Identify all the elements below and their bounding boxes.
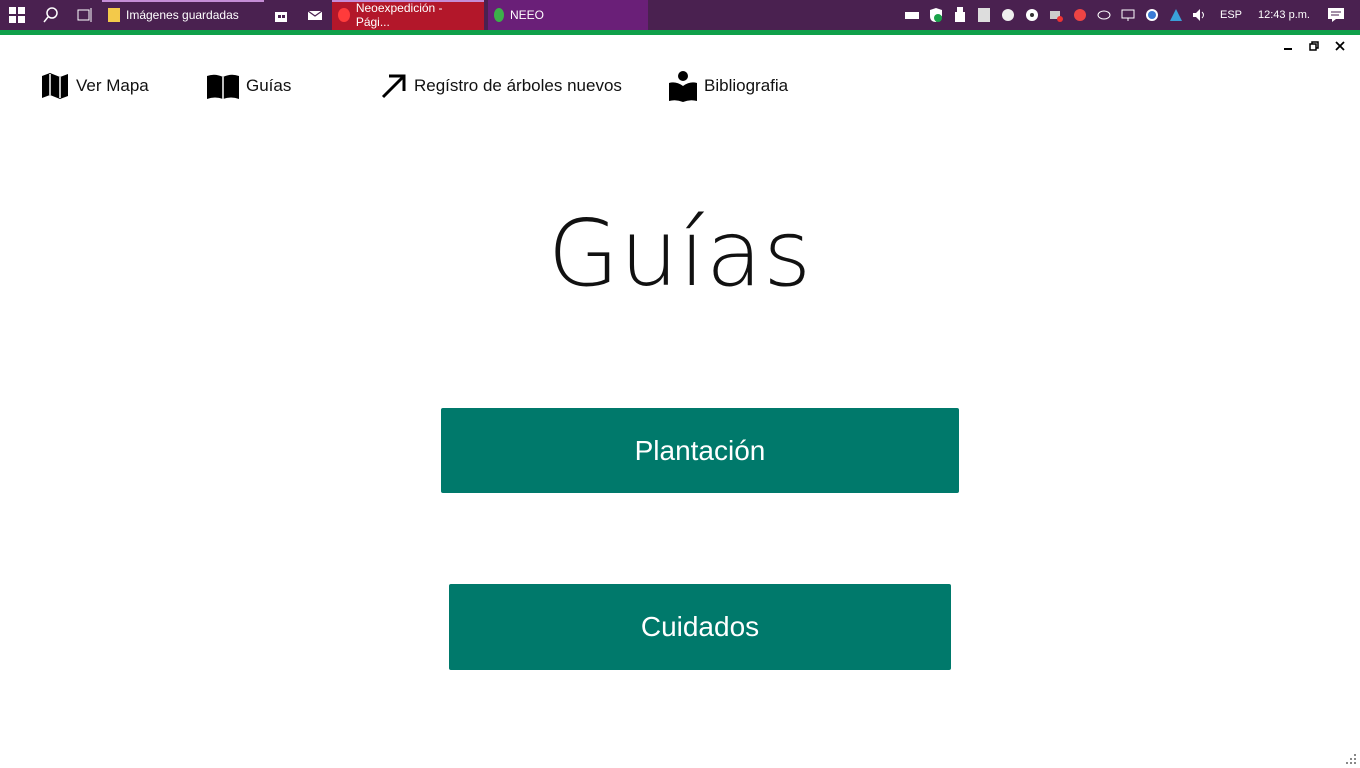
map-icon (42, 73, 68, 99)
plantacion-button[interactable]: Plantación (441, 408, 959, 493)
update-tray-icon[interactable] (1072, 7, 1088, 23)
language-indicator[interactable]: ESP (1220, 9, 1242, 21)
network-app-tray-icon[interactable] (1048, 7, 1064, 23)
usb-icon[interactable] (952, 7, 968, 23)
taskbar-task-label: Neoexpedición - Pági... (355, 1, 443, 29)
taskbar-task-neeo[interactable]: NEEO (488, 0, 648, 30)
opera-icon (338, 8, 350, 22)
open-book-icon (207, 74, 239, 99)
reader-icon (669, 71, 697, 102)
display-tray-icon[interactable] (1120, 7, 1136, 23)
taskbar: Imágenes guardadas Neoexpedición - Pági.… (0, 0, 1360, 30)
taskbar-task-label: Imágenes guardadas (126, 8, 239, 22)
folder-icon (108, 8, 120, 22)
link-tray-icon[interactable] (1096, 7, 1112, 23)
window-controls (1278, 38, 1350, 54)
accent-strip (0, 30, 1360, 35)
nav-item-label: Bibliografia (704, 76, 789, 95)
nav-item-guias[interactable]: Guías (206, 71, 380, 101)
notifications-icon[interactable] (1328, 7, 1344, 23)
nav-item-label: Regístro de árboles nuevos (414, 76, 622, 95)
volume-icon[interactable] (1192, 7, 1208, 23)
nav-item-label: Guías (246, 76, 292, 95)
ball-tray-icon[interactable] (1024, 7, 1040, 23)
search-icon[interactable] (34, 0, 68, 30)
shield-icon[interactable] (928, 7, 944, 23)
mail-icon[interactable] (298, 0, 332, 30)
drive-icon[interactable] (904, 7, 920, 23)
clock[interactable]: 12:43 p.m. (1258, 9, 1310, 21)
nav-item-registro[interactable]: Regístro de árboles nuevos (380, 72, 668, 100)
nav-item-bibliografia[interactable]: Bibliografia (668, 70, 788, 102)
main-nav: Ver Mapa Guías Regístro de árboles nuevo… (40, 68, 788, 104)
app-a-tray-icon[interactable] (1168, 7, 1184, 23)
system-tray: ESP 12:43 p.m. (900, 0, 1360, 30)
taskbar-task-imagenes[interactable]: Imágenes guardadas (102, 0, 264, 30)
close-icon[interactable] (1330, 38, 1350, 54)
store-icon[interactable] (264, 0, 298, 30)
page-title: Guías (547, 200, 813, 307)
windows-start-icon[interactable] (0, 0, 34, 30)
task-view-icon[interactable] (68, 0, 102, 30)
pen-tray-icon[interactable] (1000, 7, 1016, 23)
minimize-icon[interactable] (1278, 38, 1298, 54)
cuidados-button[interactable]: Cuidados (449, 584, 951, 670)
globe-tray-icon[interactable] (1144, 7, 1160, 23)
taskbar-task-neoexpedicion[interactable]: Neoexpedición - Pági... (332, 0, 484, 30)
app-tray-icon[interactable] (976, 7, 992, 23)
arrow-up-right-icon (381, 74, 406, 99)
restore-icon[interactable] (1304, 38, 1324, 54)
resize-grip-icon[interactable] (1346, 754, 1356, 764)
nav-item-ver-mapa[interactable]: Ver Mapa (40, 71, 206, 101)
neeo-app-icon (494, 8, 504, 22)
taskbar-task-label: NEEO (510, 8, 545, 22)
nav-item-label: Ver Mapa (76, 76, 149, 95)
